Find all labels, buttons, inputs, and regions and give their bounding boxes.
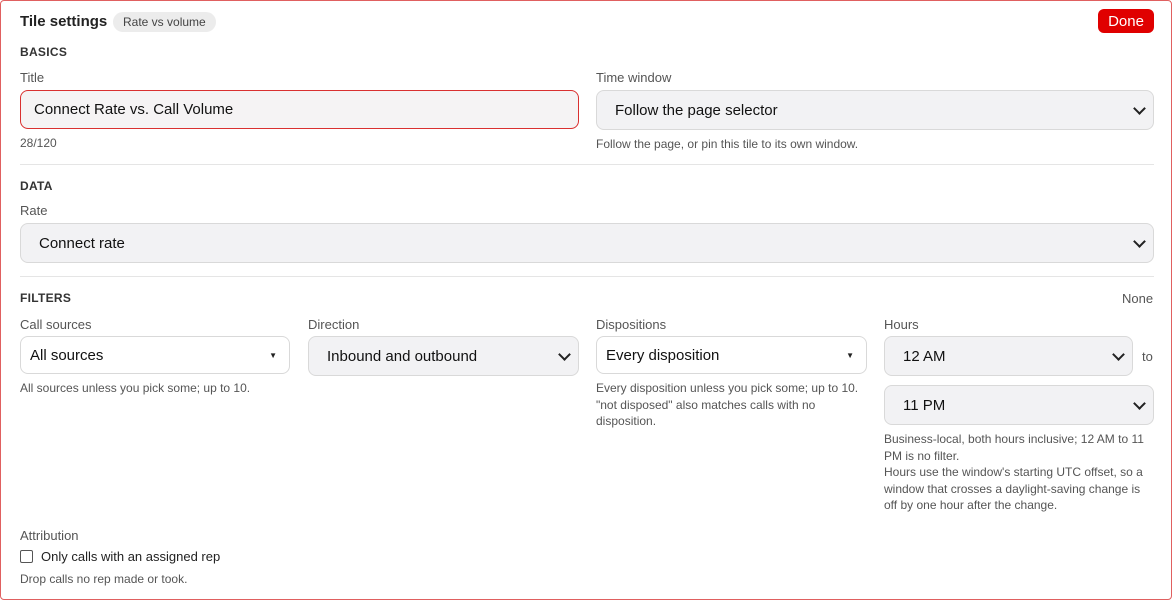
title-field-label: Title (20, 70, 45, 85)
tile-settings-panel: Tile settings Rate vs volume Done BASICS… (0, 0, 1172, 600)
title-input-value: Connect Rate vs. Call Volume (34, 101, 234, 118)
direction-value: Inbound and outbound (327, 347, 478, 365)
caret-down-icon: ▼ (846, 350, 854, 360)
section-data: DATA (20, 179, 53, 193)
direction-select[interactable]: Inbound and outbound (308, 336, 579, 376)
chevron-down-icon (1112, 347, 1125, 361)
hours-label: Hours (884, 317, 919, 332)
hours-to-word: to (1142, 349, 1153, 364)
filters-summary: None (1122, 291, 1154, 306)
section-filters: FILTERS (20, 291, 72, 305)
dispositions-dropdown[interactable]: Every disposition ▼ (596, 336, 867, 374)
call-sources-dropdown[interactable]: All sources ▼ (20, 336, 290, 374)
assigned-rep-checkbox[interactable] (20, 550, 33, 563)
hours-hint: Business-local, both hours inclusive; 12… (884, 431, 1154, 514)
title-char-counter: 28/120 (20, 136, 57, 150)
done-button[interactable]: Done (1098, 9, 1154, 33)
caret-down-icon: ▼ (269, 350, 277, 360)
rate-label: Rate (20, 203, 48, 218)
chevron-down-icon (1133, 101, 1146, 115)
section-basics: BASICS (20, 45, 68, 59)
time-window-hint: Follow the page, or pin this tile to its… (596, 137, 859, 151)
divider (20, 164, 1154, 165)
direction-label: Direction (308, 317, 360, 332)
hours-from-value: 12 AM (903, 347, 946, 365)
hours-from-select[interactable]: 12 AM (884, 336, 1133, 376)
time-window-label: Time window (596, 70, 672, 85)
dispositions-label: Dispositions (596, 317, 667, 332)
chevron-down-icon (1133, 396, 1146, 410)
time-window-value: Follow the page selector (615, 101, 778, 119)
hours-to-select[interactable]: 11 PM (884, 385, 1154, 425)
rate-select[interactable]: Connect rate (20, 223, 1154, 263)
hours-hint-line-2: Hours use the window's starting UTC offs… (884, 465, 1143, 512)
dispositions-hint-line-1: Every disposition unless you pick some; … (596, 381, 859, 395)
dispositions-value: Every disposition (606, 346, 720, 364)
panel-title: Tile settings (20, 13, 108, 30)
dispositions-hint-line-2: "not disposed" also matches calls with n… (596, 397, 816, 429)
tile-type-badge: Rate vs volume (113, 12, 216, 32)
hours-hint-line-1: Business-local, both hours inclusive; 12… (884, 432, 1144, 463)
assigned-rep-checkbox-label[interactable]: Only calls with an assigned rep (41, 549, 220, 564)
divider (20, 276, 1154, 277)
attribution-hint: Drop calls no rep made or took. (20, 572, 188, 586)
attribution-label: Attribution (20, 528, 79, 543)
title-input[interactable]: Connect Rate vs. Call Volume (20, 90, 579, 129)
rate-value: Connect rate (39, 234, 125, 252)
dispositions-hint: Every disposition unless you pick some; … (596, 380, 866, 430)
call-sources-label: Call sources (20, 317, 92, 332)
call-sources-hint: All sources unless you pick some; up to … (20, 381, 251, 395)
chevron-down-icon (558, 347, 571, 361)
hours-to-value: 11 PM (903, 396, 946, 414)
call-sources-value: All sources (30, 346, 104, 364)
time-window-select[interactable]: Follow the page selector (596, 90, 1154, 130)
chevron-down-icon (1133, 234, 1146, 248)
